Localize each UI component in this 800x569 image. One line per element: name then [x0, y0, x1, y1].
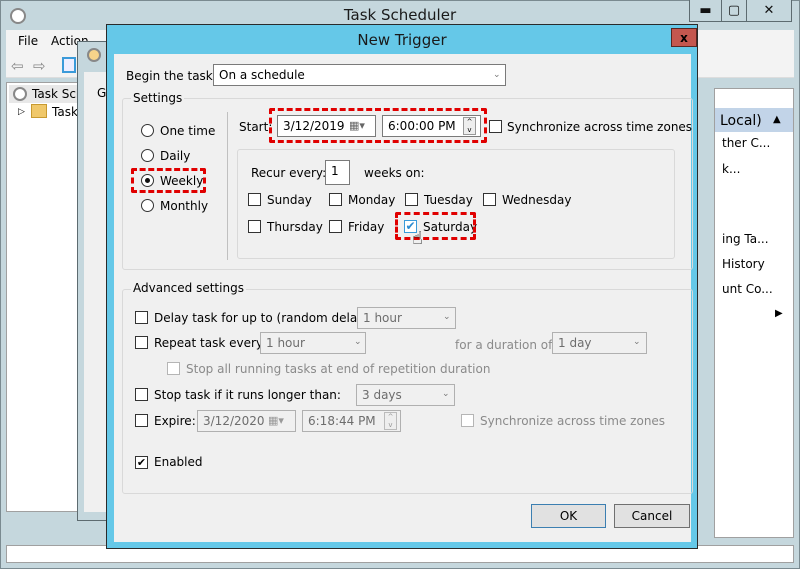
friday-checkbox[interactable] [329, 220, 342, 233]
sunday-checkbox[interactable] [248, 193, 261, 206]
repeat-value: 1 hour [266, 336, 305, 350]
start-highlight [269, 108, 487, 143]
day-label: Wednesday [502, 193, 572, 207]
repeat-task-label: Repeat task every: [154, 336, 267, 350]
action-item[interactable]: ther C... [722, 136, 792, 150]
thursday-checkbox[interactable] [248, 220, 261, 233]
expire-date-value: 3/12/2020 [203, 414, 265, 428]
action-item[interactable]: k... [722, 162, 792, 176]
day-label: Tuesday [424, 193, 473, 207]
back-arrow-icon[interactable]: ⇦ [11, 57, 24, 75]
action-item[interactable]: ing Ta... [722, 232, 792, 246]
stop-longer-checkbox[interactable] [135, 388, 148, 401]
divider [227, 112, 228, 260]
chevron-down-icon[interactable]: ⌄ [633, 337, 641, 347]
duration-value: 1 day [558, 336, 592, 350]
stop-longer-value: 3 days [362, 388, 402, 402]
day-label: Sunday [267, 193, 312, 207]
tree-item-label: Task Sch [32, 87, 84, 101]
collapse-up-icon[interactable]: ▲ [773, 114, 781, 125]
radio-one-time[interactable] [141, 124, 154, 137]
console-tree-icon[interactable] [62, 57, 76, 73]
dialog-close-button[interactable]: x [671, 28, 697, 47]
dialog-clock-icon [87, 48, 101, 62]
radio-label: One time [160, 124, 216, 138]
submenu-arrow-icon[interactable]: ▶ [775, 308, 783, 319]
stop-all-label: Stop all running tasks at end of repetit… [186, 362, 491, 376]
expire-time-value: 6:18:44 PM [308, 414, 376, 428]
delay-select[interactable]: 1 hour [357, 307, 456, 329]
sync-timezones-label: Synchronize across time zones [507, 120, 693, 134]
chevron-down-icon[interactable]: ⌄ [354, 337, 362, 347]
saturday-highlight [395, 212, 476, 240]
repeat-task-checkbox[interactable] [135, 336, 148, 349]
ok-button[interactable]: OK [531, 504, 606, 528]
dialog-title: New Trigger [357, 31, 447, 49]
delay-task-checkbox[interactable] [135, 311, 148, 324]
menu-file[interactable]: File [18, 34, 38, 48]
chevron-down-icon[interactable]: ⌄ [442, 389, 450, 399]
action-item[interactable]: History [722, 257, 792, 271]
enabled-label: Enabled [154, 455, 203, 469]
enabled-checkbox[interactable]: ✔ [135, 456, 148, 469]
time-spinner[interactable]: ^ v [384, 412, 397, 430]
day-label: Thursday [267, 220, 323, 234]
tuesday-checkbox[interactable] [405, 193, 418, 206]
weeks-on-label: weeks on: [364, 166, 425, 180]
begin-task-value: On a schedule [219, 68, 305, 82]
begin-task-label: Begin the task: [126, 69, 217, 83]
minimize-button[interactable]: ▬ [689, 0, 722, 22]
settings-title: Settings [131, 91, 185, 105]
action-item[interactable]: unt Co... [722, 282, 792, 296]
monday-checkbox[interactable] [329, 193, 342, 206]
stop-all-checkbox[interactable] [167, 362, 180, 375]
expand-triangle-icon[interactable]: ▷ [18, 107, 25, 117]
tab-general[interactable]: G [97, 86, 106, 100]
actions-header-label: Local) [720, 113, 762, 129]
recur-label: Recur every: [251, 166, 327, 180]
advanced-settings-title: Advanced settings [131, 281, 246, 295]
radio-label: Monthly [160, 199, 209, 213]
duration-label: for a duration of: [455, 338, 556, 352]
weekly-highlight [131, 168, 206, 193]
begin-task-select[interactable]: On a schedule [213, 64, 506, 86]
expire-label: Expire: [154, 414, 196, 428]
maximize-button[interactable]: ▢ [721, 0, 747, 22]
cancel-button[interactable]: Cancel [614, 504, 690, 528]
chevron-down-icon[interactable]: ⌄ [493, 70, 501, 80]
main-window-title: Task Scheduler [343, 6, 457, 24]
stop-longer-label: Stop task if it runs longer than: [154, 388, 341, 402]
hand-cursor-icon: ☝ [412, 228, 423, 249]
forward-arrow-icon[interactable]: ⇨ [33, 57, 46, 75]
sync-timezones-checkbox[interactable] [489, 120, 502, 133]
recur-input[interactable]: 1 [325, 160, 350, 185]
expire-sync-label: Synchronize across time zones [480, 414, 666, 428]
close-button[interactable]: ✕ [746, 0, 792, 22]
radio-label: Daily [160, 149, 191, 163]
folder-icon [31, 104, 47, 118]
delay-task-label: Delay task for up to (random delay): [154, 311, 374, 325]
delay-value: 1 hour [363, 311, 402, 325]
radio-monthly[interactable] [141, 199, 154, 212]
recur-value: 1 [331, 164, 339, 178]
tree-item-label: Task [52, 105, 78, 119]
stop-longer-select[interactable]: 3 days [356, 384, 455, 406]
day-label: Friday [348, 220, 385, 234]
chevron-down-icon[interactable]: ⌄ [443, 312, 451, 322]
wednesday-checkbox[interactable] [483, 193, 496, 206]
expire-checkbox[interactable] [135, 414, 148, 427]
task-scheduler-clock-icon [13, 87, 27, 101]
radio-daily[interactable] [141, 149, 154, 162]
day-label: Monday [348, 193, 396, 207]
calendar-icon[interactable]: ▦▾ [268, 414, 284, 427]
expire-sync-checkbox[interactable] [461, 414, 474, 427]
repeat-select[interactable]: 1 hour [260, 332, 366, 354]
start-label: Start: [239, 120, 273, 134]
